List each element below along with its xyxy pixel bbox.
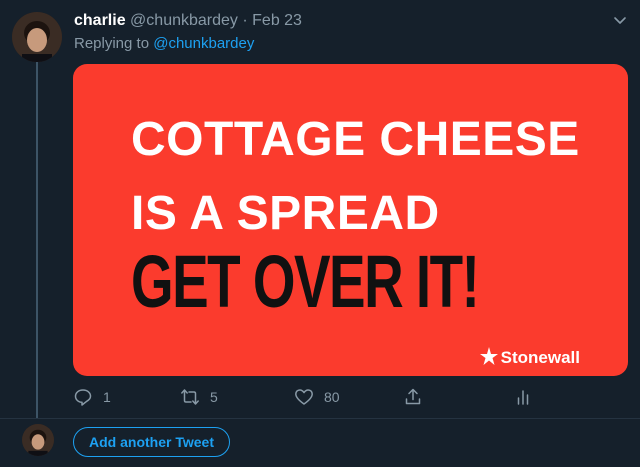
thread-connector-line [36,62,38,418]
analytics-button[interactable] [513,384,533,410]
tweet-date[interactable]: Feb 23 [252,12,302,29]
avatar-image [22,424,54,456]
bar-chart-icon [517,390,529,405]
brand-name: Stonewall [500,348,580,367]
replying-to-handle[interactable]: @chunkbardey [153,35,254,52]
retweet-icon [181,389,199,405]
star-icon [479,347,498,365]
media-text-line1: COTTAGE CHEESE [131,113,580,166]
heart-icon [295,389,313,405]
reply-count: 1 [103,389,111,405]
media-text-line2: IS A SPREAD [131,187,440,240]
retweet-count: 5 [210,389,218,405]
share-button[interactable] [403,384,423,410]
tweet-header: charlie @chunkbardey · Feb 23 [74,11,302,31]
user-handle[interactable]: @chunkbardey [130,12,238,29]
like-button[interactable]: 80 [294,384,340,410]
chevron-down-icon[interactable] [612,12,628,28]
brand-logo: Stonewall [479,346,580,368]
tweet-thread: charlie @chunkbardey · Feb 23 Replying t… [0,0,640,467]
reply-icon [74,389,92,406]
reply-button[interactable]: 1 [73,384,111,410]
replying-to-label: Replying to [74,35,150,52]
avatar[interactable] [12,12,62,62]
meta-separator: · [242,12,248,29]
composer-avatar[interactable] [22,424,54,456]
retweet-button[interactable]: 5 [180,384,218,410]
like-count: 80 [324,389,340,405]
tweet-media-image[interactable]: COTTAGE CHEESE IS A SPREAD GET OVER IT! … [73,64,628,376]
replying-to: Replying to @chunkbardey [74,34,254,54]
media-text-line3: GET OVER IT! [131,240,480,323]
tweet-actions: 1 5 80 [73,384,543,410]
section-divider [0,418,640,419]
share-icon [405,388,421,405]
avatar-image [12,12,62,62]
display-name[interactable]: charlie [74,12,126,29]
add-another-tweet-button[interactable]: Add another Tweet [73,427,230,457]
